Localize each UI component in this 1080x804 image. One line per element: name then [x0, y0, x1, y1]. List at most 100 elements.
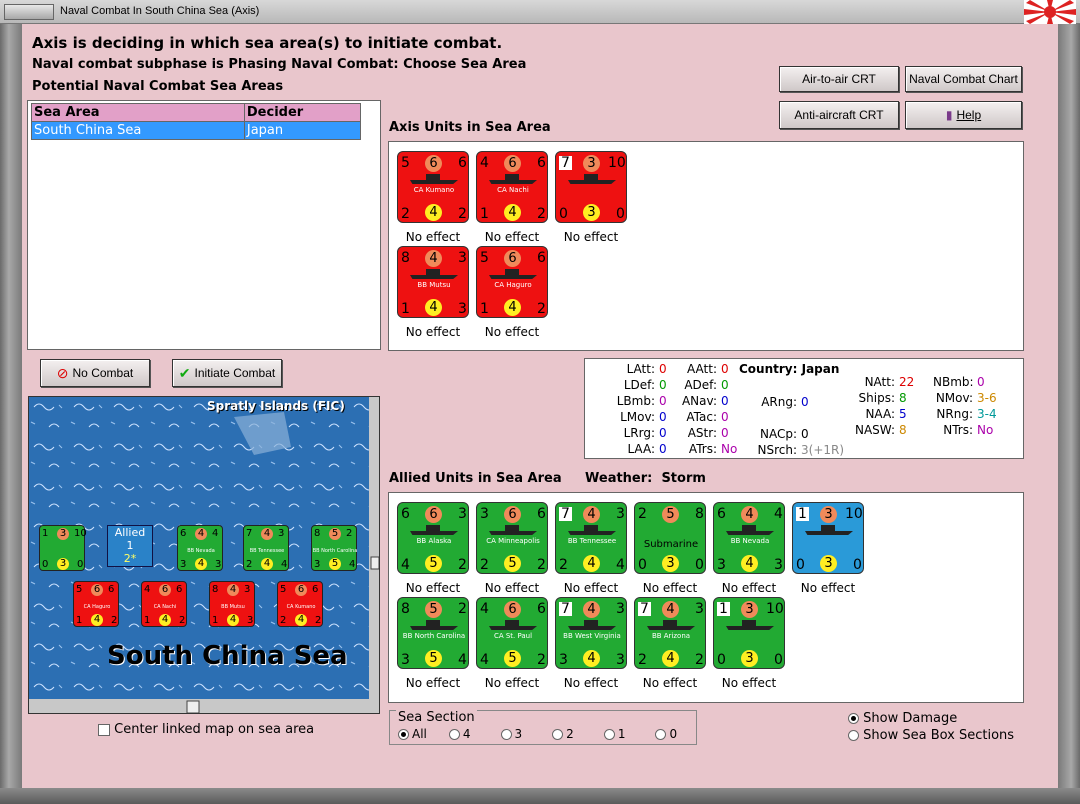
map-unit-tl: 1: [42, 528, 49, 539]
unit-counter[interactable]: 1 3 10 0 3 0: [713, 597, 785, 669]
map-unit-br: 4: [281, 559, 288, 570]
map-unit-counter[interactable]: 5 6 6 1 4 2 CA Haguro: [73, 581, 119, 627]
map-unit-counter[interactable]: 7 4 3 2 4 4 BB Tennessee: [243, 525, 289, 571]
map-unit-counter[interactable]: 1 3 10 0 3 0: [39, 525, 87, 571]
unit-counter[interactable]: 6 6 3 4 5 2 BB Alaska: [397, 502, 469, 574]
sea-section-option[interactable]: 1: [603, 727, 625, 741]
sea-area-map[interactable]: Spratly Islands (FIC) South China Sea Al…: [28, 396, 380, 714]
map-unit-counter[interactable]: 8 5 2 3 5 4 BB North Carolina: [311, 525, 357, 571]
anti-aircraft-crt-button[interactable]: Anti-aircraft CRT: [779, 101, 899, 129]
ship-icon: [568, 174, 616, 184]
unit-tc: 4: [662, 601, 679, 618]
unit-tr: 3: [458, 250, 467, 266]
sea-section-option[interactable]: 2: [552, 727, 574, 741]
show-damage-radio[interactable]: [848, 713, 859, 724]
unit-counter[interactable]: 5 6 6 1 4 2 CA Haguro: [476, 246, 548, 318]
show-damage-option[interactable]: Show Damage: [848, 711, 957, 726]
unit-tl: 4: [480, 155, 489, 171]
effect-label: No effect: [484, 676, 540, 690]
country-value: Japan: [801, 362, 840, 376]
stat-value: 0: [659, 394, 667, 408]
unit-counter[interactable]: 4 6 6 1 4 2 CA Nachi: [476, 151, 548, 223]
unit-tr: 10: [845, 506, 863, 522]
axis-units-heading: Axis Units in Sea Area: [389, 120, 551, 135]
decider-cell[interactable]: Japan: [243, 121, 362, 140]
window-menu-button[interactable]: [4, 4, 54, 20]
unit-counter[interactable]: 7 4 3 2 4 2 BB Arizona: [634, 597, 706, 669]
japan-flag-icon: [1024, 0, 1076, 24]
stat-value: 0: [659, 410, 667, 424]
sea-area-cell[interactable]: South China Sea: [31, 121, 245, 140]
map-unit-br: 3: [247, 615, 254, 626]
unit-br: 2: [537, 652, 546, 668]
unit-counter[interactable]: 1 3 10 0 3 0: [792, 502, 864, 574]
unit-name: BB Arizona: [651, 632, 691, 640]
unit-tc: 6: [504, 250, 521, 267]
unit-counter[interactable]: 4 6 6 4 5 2 CA St. Paul: [476, 597, 548, 669]
map-unit-bc: 5: [329, 558, 341, 570]
naval-combat-chart-button[interactable]: Naval Combat Chart: [905, 66, 1022, 92]
unit-counter[interactable]: 7 4 3 3 4 3 BB West Virginia: [555, 597, 627, 669]
show-sections-radio[interactable]: [848, 730, 859, 741]
unit-tc: 3: [583, 155, 600, 172]
sea-section-option[interactable]: 4: [448, 727, 471, 741]
sea-section-option[interactable]: All: [398, 727, 427, 741]
sea-section-option[interactable]: 0: [655, 727, 677, 741]
center-map-option[interactable]: Center linked map on sea area: [98, 722, 314, 737]
help-button[interactable]: ▮ Help: [905, 101, 1022, 129]
sea-section-radio[interactable]: [603, 729, 615, 740]
table-row[interactable]: South China Sea Japan: [31, 121, 362, 140]
map-unit-counter[interactable]: 4 6 6 1 4 2 CA Nachi: [141, 581, 187, 627]
unit-counter[interactable]: 8 5 2 3 5 4 BB North Carolina: [397, 597, 469, 669]
unit-bc: 4: [583, 650, 600, 667]
allied-box[interactable]: Allied 1 2*: [107, 525, 153, 567]
effect-label: No effect: [484, 325, 540, 339]
unit-counter[interactable]: 2 5 8 0 3 0 Submarine: [634, 502, 706, 574]
unit-br: 2: [458, 206, 467, 222]
stat-row: LAtt: 0: [615, 362, 667, 376]
center-map-checkbox[interactable]: [98, 723, 110, 736]
stat-row: LRrg: 0: [615, 426, 667, 440]
sea-section-radio[interactable]: [398, 729, 409, 740]
map-unit-bl: 2: [280, 615, 287, 626]
unit-counter[interactable]: 8 4 3 1 4 3 BB Mutsu: [397, 246, 469, 318]
sea-section-group: Sea Section All 4 3 2 1 0: [389, 710, 697, 745]
stat-name: LBmb:: [616, 394, 655, 408]
stat-row: NSrch: 3(+1R): [757, 443, 844, 457]
unit-counter[interactable]: 5 6 6 2 4 2 CA Kumano: [397, 151, 469, 223]
sea-section-radio[interactable]: [500, 729, 512, 740]
stat-value: No: [977, 423, 994, 437]
map-unit-counter[interactable]: 6 4 4 3 4 3 BB Nevada: [177, 525, 223, 571]
sea-section-radio[interactable]: [655, 729, 667, 740]
sea-section-radio[interactable]: [552, 729, 564, 740]
unit-counter[interactable]: 3 6 6 2 5 2 CA Minneapolis: [476, 502, 548, 574]
unit-br: 2: [537, 301, 546, 317]
map-unit-counter[interactable]: 8 4 3 1 4 3 BB Mutsu: [209, 581, 255, 627]
no-combat-button[interactable]: ⊘ No Combat: [40, 359, 150, 387]
sea-section-radio[interactable]: [448, 729, 460, 740]
stat-row: LDef: 0: [615, 378, 667, 392]
air-to-air-crt-button[interactable]: Air-to-air CRT: [779, 66, 899, 92]
stat-name: LRrg:: [623, 426, 655, 440]
unit-counter[interactable]: 6 4 4 3 4 3 BB Nevada: [713, 502, 785, 574]
stat-name: ATac:: [686, 410, 717, 424]
show-sections-option[interactable]: Show Sea Box Sections: [848, 728, 1014, 743]
unit-counter[interactable]: 7 3 10 0 3 0: [555, 151, 627, 223]
unit-bc: 4: [741, 555, 758, 572]
initiate-combat-button[interactable]: ✔ Initiate Combat: [172, 359, 282, 387]
unit-counter[interactable]: 7 4 3 2 4 4 BB Tennessee: [555, 502, 627, 574]
sea-section-option[interactable]: 3: [500, 727, 522, 741]
ship-icon: [410, 174, 458, 184]
map-unit-tc: 4: [261, 528, 273, 540]
center-map-label: Center linked map on sea area: [114, 722, 315, 737]
col-sea-area[interactable]: Sea Area: [31, 103, 245, 122]
unit-tc: 4: [583, 506, 600, 523]
map-unit-counter[interactable]: 5 6 6 2 4 2 CA Kumano: [277, 581, 323, 627]
unit-tc: 4: [425, 250, 442, 267]
unit-tr: 6: [537, 155, 546, 171]
stat-row: ADef: 0: [677, 378, 728, 392]
col-decider[interactable]: Decider: [243, 103, 362, 122]
ship-icon: [568, 525, 616, 535]
sea-areas-heading: Potential Naval Combat Sea Areas: [32, 79, 284, 94]
sea-area-list: Sea Area Decider South China Sea Japan: [27, 100, 381, 350]
